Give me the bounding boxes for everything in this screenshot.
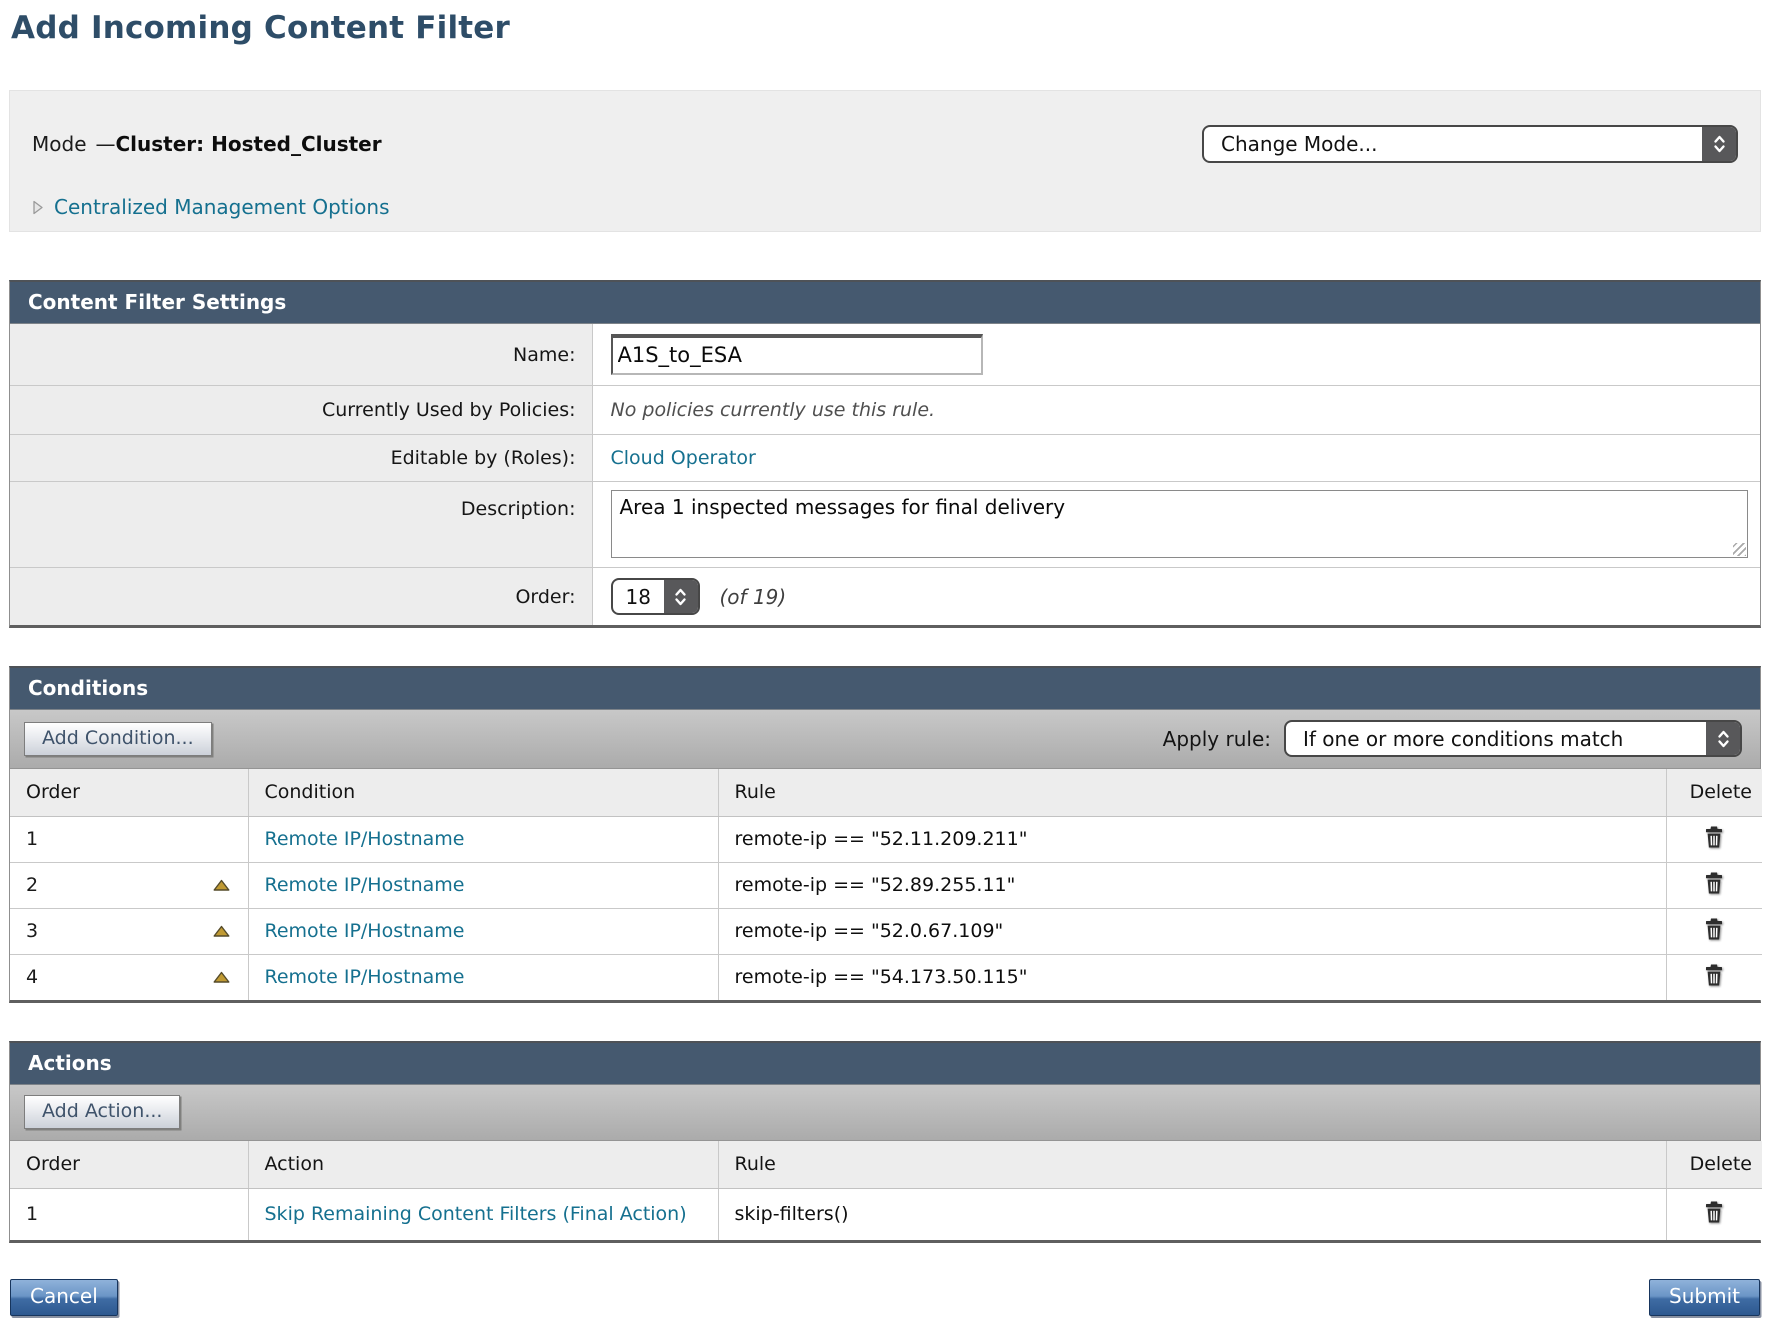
settings-row-policies: Currently Used by Policies: No policies … — [10, 386, 1760, 435]
content-filter-settings-panel: Content Filter Settings Name: Currently … — [9, 280, 1761, 628]
conditions-col-delete: Delete — [1666, 769, 1762, 817]
condition-order: 1 — [26, 828, 38, 850]
condition-link[interactable]: Remote IP/Hostname — [265, 874, 465, 896]
condition-rule: remote-ip == "52.11.209.211" — [735, 828, 1028, 850]
roles-value-link[interactable]: Cloud Operator — [611, 447, 756, 469]
actions-col-order: Order — [10, 1141, 248, 1189]
condition-rule: remote-ip == "52.89.255.11" — [735, 874, 1016, 896]
mode-text: Mode —Cluster: Hosted_Cluster — [32, 132, 382, 156]
select-stepper-icon — [1702, 127, 1736, 161]
conditions-col-rule: Rule — [718, 769, 1666, 817]
disclosure-triangle-icon[interactable] — [32, 200, 44, 215]
settings-row-description: Description: Area 1 inspected messages f… — [10, 482, 1760, 568]
roles-label: Editable by (Roles): — [10, 435, 592, 482]
mode-panel: Mode —Cluster: Hosted_Cluster Change Mode… — [9, 90, 1761, 232]
settings-panel-header: Content Filter Settings — [10, 282, 1760, 324]
actions-panel: Actions Add Action... Order Action Rule … — [9, 1041, 1761, 1243]
action-link[interactable]: Skip Remaining Content Filters (Final Ac… — [265, 1203, 687, 1225]
mode-cluster-value: Cluster: Hosted_Cluster — [116, 132, 382, 156]
action-rule: skip-filters() — [735, 1203, 849, 1225]
actions-col-action: Action — [248, 1141, 718, 1189]
mode-label: Mode — [32, 132, 87, 156]
apply-rule-select[interactable]: If one or more conditions match — [1284, 720, 1742, 757]
submit-button[interactable]: Submit — [1649, 1279, 1760, 1316]
action-row: 1 Skip Remaining Content Filters (Final … — [10, 1189, 1762, 1241]
actions-panel-header: Actions — [10, 1043, 1760, 1085]
page-title: Add Incoming Content Filter — [11, 10, 1761, 46]
change-mode-select-value: Change Mode... — [1204, 127, 1702, 161]
trash-icon[interactable] — [1703, 871, 1725, 895]
select-stepper-icon — [664, 580, 698, 613]
move-up-icon[interactable] — [213, 925, 230, 938]
condition-row: 4 Remote IP/Hostname remote-ip == "54.17… — [10, 955, 1762, 1001]
condition-row: 2 Remote IP/Hostname remote-ip == "52.89… — [10, 863, 1762, 909]
conditions-panel: Conditions Add Condition... Apply rule: … — [9, 666, 1761, 1003]
apply-rule-label: Apply rule: — [1163, 727, 1271, 751]
condition-link[interactable]: Remote IP/Hostname — [265, 828, 465, 850]
condition-row: 1 Remote IP/Hostname remote-ip == "52.11… — [10, 817, 1762, 863]
apply-rule-select-value: If one or more conditions match — [1286, 722, 1706, 755]
conditions-col-condition: Condition — [248, 769, 718, 817]
settings-row-name: Name: — [10, 324, 1760, 386]
condition-row: 3 Remote IP/Hostname remote-ip == "52.0.… — [10, 909, 1762, 955]
condition-order: 2 — [26, 874, 38, 896]
trash-icon[interactable] — [1703, 963, 1725, 987]
action-order: 1 — [26, 1203, 38, 1225]
cancel-button[interactable]: Cancel — [10, 1279, 118, 1316]
trash-icon[interactable] — [1703, 825, 1725, 849]
actions-col-rule: Rule — [718, 1141, 1666, 1189]
condition-rule: remote-ip == "54.173.50.115" — [735, 966, 1028, 988]
order-total: (of 19) — [720, 585, 787, 609]
trash-icon[interactable] — [1703, 917, 1725, 941]
conditions-panel-header: Conditions — [10, 668, 1760, 710]
settings-row-order: Order: 18 (of 19) — [10, 568, 1760, 626]
policies-value: No policies currently use this rule. — [611, 399, 936, 421]
actions-col-delete: Delete — [1666, 1141, 1762, 1189]
add-action-button[interactable]: Add Action... — [24, 1095, 180, 1129]
centralized-management-options-link[interactable]: Centralized Management Options — [54, 195, 390, 219]
condition-order: 4 — [26, 966, 38, 988]
trash-icon[interactable] — [1703, 1200, 1725, 1224]
order-label: Order: — [10, 568, 592, 626]
condition-link[interactable]: Remote IP/Hostname — [265, 920, 465, 942]
name-input[interactable] — [611, 334, 983, 375]
mode-dash: — — [96, 132, 116, 156]
conditions-col-order: Order — [10, 769, 248, 817]
order-select[interactable]: 18 — [611, 578, 700, 615]
select-stepper-icon — [1706, 722, 1740, 755]
condition-link[interactable]: Remote IP/Hostname — [265, 966, 465, 988]
description-label: Description: — [10, 482, 592, 568]
condition-rule: remote-ip == "52.0.67.109" — [735, 920, 1004, 942]
order-select-value: 18 — [613, 580, 664, 613]
name-label: Name: — [10, 324, 592, 386]
move-up-icon[interactable] — [213, 879, 230, 892]
add-condition-button[interactable]: Add Condition... — [24, 722, 212, 756]
description-textarea[interactable]: Area 1 inspected messages for final deli… — [611, 490, 1749, 558]
policies-label: Currently Used by Policies: — [10, 386, 592, 435]
settings-row-roles: Editable by (Roles): Cloud Operator — [10, 435, 1760, 482]
condition-order: 3 — [26, 920, 38, 942]
move-up-icon[interactable] — [213, 971, 230, 984]
change-mode-select[interactable]: Change Mode... — [1202, 125, 1738, 163]
